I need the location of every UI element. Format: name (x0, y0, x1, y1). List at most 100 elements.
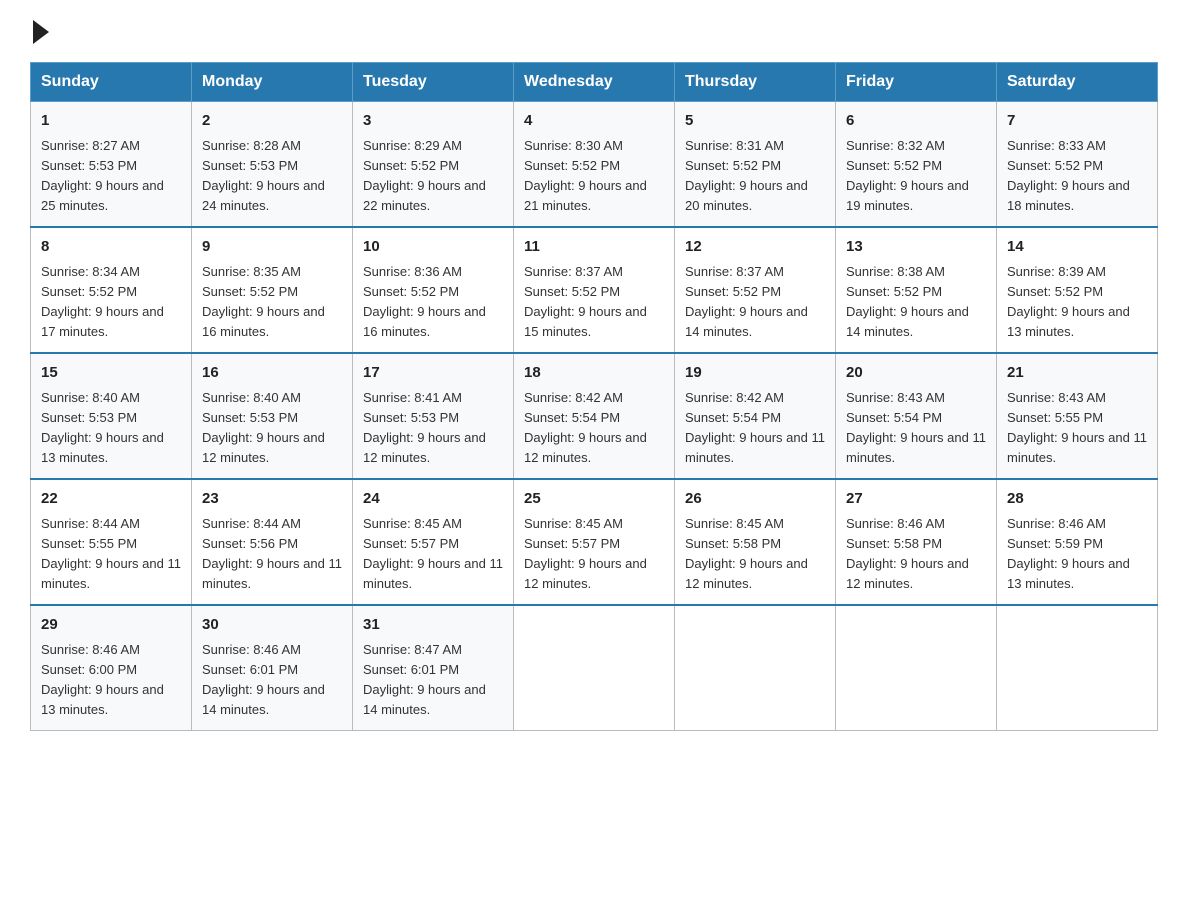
calendar-day-cell: 22Sunrise: 8:44 AMSunset: 5:55 PMDayligh… (31, 479, 192, 605)
calendar-day-cell: 18 Sunrise: 8:42 AMSunset: 5:54 PMDayligh… (514, 353, 675, 479)
day-info: Sunrise: 8:33 AMSunset: 5:52 PMDaylight:… (1007, 138, 1130, 213)
day-number: 16 (202, 362, 342, 385)
day-number: 23 (202, 488, 342, 511)
day-number: 26 (685, 488, 825, 511)
day-number: 17 (363, 362, 503, 385)
calendar-day-cell: 21Sunrise: 8:43 AMSunset: 5:55 PMDayligh… (997, 353, 1158, 479)
day-number: 31 (363, 614, 503, 637)
logo (30, 20, 49, 44)
day-info: Sunrise: 8:43 AMSunset: 5:55 PMDaylight:… (1007, 390, 1147, 465)
day-number: 11 (524, 236, 664, 259)
day-info: Sunrise: 8:28 AMSunset: 5:53 PMDaylight:… (202, 138, 325, 213)
day-info: Sunrise: 8:44 AMSunset: 5:56 PMDaylight:… (202, 516, 342, 591)
day-info: Sunrise: 8:35 AMSunset: 5:52 PMDaylight:… (202, 264, 325, 339)
calendar-day-cell: 2 Sunrise: 8:28 AMSunset: 5:53 PMDaylight… (192, 102, 353, 228)
day-number: 19 (685, 362, 825, 385)
calendar-day-cell: 28 Sunrise: 8:46 AMSunset: 5:59 PMDayligh… (997, 479, 1158, 605)
calendar-day-cell: 7 Sunrise: 8:33 AMSunset: 5:52 PMDaylight… (997, 102, 1158, 228)
calendar-day-cell (997, 605, 1158, 731)
header-day-monday: Monday (192, 63, 353, 102)
calendar-day-cell: 14 Sunrise: 8:39 AMSunset: 5:52 PMDayligh… (997, 227, 1158, 353)
day-number: 25 (524, 488, 664, 511)
day-number: 24 (363, 488, 503, 511)
day-number: 5 (685, 110, 825, 133)
day-info: Sunrise: 8:45 AMSunset: 5:58 PMDaylight:… (685, 516, 808, 591)
day-number: 20 (846, 362, 986, 385)
day-number: 10 (363, 236, 503, 259)
calendar-day-cell: 31 Sunrise: 8:47 AMSunset: 6:01 PMDayligh… (353, 605, 514, 731)
day-number: 28 (1007, 488, 1147, 511)
calendar-day-cell: 25 Sunrise: 8:45 AMSunset: 5:57 PMDayligh… (514, 479, 675, 605)
calendar-week-row: 15 Sunrise: 8:40 AMSunset: 5:53 PMDayligh… (31, 353, 1158, 479)
calendar-day-cell (836, 605, 997, 731)
calendar-day-cell: 15 Sunrise: 8:40 AMSunset: 5:53 PMDayligh… (31, 353, 192, 479)
calendar-day-cell: 4Sunrise: 8:30 AMSunset: 5:52 PMDaylight… (514, 102, 675, 228)
calendar-day-cell (675, 605, 836, 731)
calendar-day-cell: 12Sunrise: 8:37 AMSunset: 5:52 PMDayligh… (675, 227, 836, 353)
calendar-table: SundayMondayTuesdayWednesdayThursdayFrid… (30, 62, 1158, 731)
calendar-day-cell: 6 Sunrise: 8:32 AMSunset: 5:52 PMDaylight… (836, 102, 997, 228)
day-number: 3 (363, 110, 503, 133)
day-info: Sunrise: 8:46 AMSunset: 5:59 PMDaylight:… (1007, 516, 1130, 591)
calendar-day-cell: 30 Sunrise: 8:46 AMSunset: 6:01 PMDayligh… (192, 605, 353, 731)
day-number: 2 (202, 110, 342, 133)
calendar-day-cell: 23 Sunrise: 8:44 AMSunset: 5:56 PMDayligh… (192, 479, 353, 605)
calendar-day-cell: 16Sunrise: 8:40 AMSunset: 5:53 PMDayligh… (192, 353, 353, 479)
header-day-sunday: Sunday (31, 63, 192, 102)
calendar-day-cell: 5 Sunrise: 8:31 AMSunset: 5:52 PMDaylight… (675, 102, 836, 228)
calendar-week-row: 22Sunrise: 8:44 AMSunset: 5:55 PMDayligh… (31, 479, 1158, 605)
calendar-day-cell: 11 Sunrise: 8:37 AMSunset: 5:52 PMDayligh… (514, 227, 675, 353)
day-number: 6 (846, 110, 986, 133)
calendar-week-row: 29 Sunrise: 8:46 AMSunset: 6:00 PMDayligh… (31, 605, 1158, 731)
day-info: Sunrise: 8:34 AMSunset: 5:52 PMDaylight:… (41, 264, 164, 339)
calendar-day-cell: 3 Sunrise: 8:29 AMSunset: 5:52 PMDaylight… (353, 102, 514, 228)
day-number: 14 (1007, 236, 1147, 259)
day-number: 29 (41, 614, 181, 637)
header-day-thursday: Thursday (675, 63, 836, 102)
header-day-tuesday: Tuesday (353, 63, 514, 102)
calendar-day-cell: 1 Sunrise: 8:27 AMSunset: 5:53 PMDaylight… (31, 102, 192, 228)
calendar-week-row: 8 Sunrise: 8:34 AMSunset: 5:52 PMDaylight… (31, 227, 1158, 353)
day-info: Sunrise: 8:45 AMSunset: 5:57 PMDaylight:… (524, 516, 647, 591)
calendar-day-cell: 20 Sunrise: 8:43 AMSunset: 5:54 PMDayligh… (836, 353, 997, 479)
day-number: 30 (202, 614, 342, 637)
calendar-day-cell: 17Sunrise: 8:41 AMSunset: 5:53 PMDayligh… (353, 353, 514, 479)
day-info: Sunrise: 8:31 AMSunset: 5:52 PMDaylight:… (685, 138, 808, 213)
calendar-day-cell: 8 Sunrise: 8:34 AMSunset: 5:52 PMDaylight… (31, 227, 192, 353)
day-info: Sunrise: 8:39 AMSunset: 5:52 PMDaylight:… (1007, 264, 1130, 339)
header-day-saturday: Saturday (997, 63, 1158, 102)
header (30, 20, 1158, 44)
day-info: Sunrise: 8:42 AMSunset: 5:54 PMDaylight:… (524, 390, 647, 465)
day-info: Sunrise: 8:29 AMSunset: 5:52 PMDaylight:… (363, 138, 486, 213)
calendar-day-cell: 13Sunrise: 8:38 AMSunset: 5:52 PMDayligh… (836, 227, 997, 353)
day-info: Sunrise: 8:30 AMSunset: 5:52 PMDaylight:… (524, 138, 647, 213)
calendar-day-cell: 27 Sunrise: 8:46 AMSunset: 5:58 PMDayligh… (836, 479, 997, 605)
day-number: 18 (524, 362, 664, 385)
day-info: Sunrise: 8:36 AMSunset: 5:52 PMDaylight:… (363, 264, 486, 339)
header-day-friday: Friday (836, 63, 997, 102)
day-info: Sunrise: 8:27 AMSunset: 5:53 PMDaylight:… (41, 138, 164, 213)
day-info: Sunrise: 8:44 AMSunset: 5:55 PMDaylight:… (41, 516, 181, 591)
calendar-day-cell: 9Sunrise: 8:35 AMSunset: 5:52 PMDaylight… (192, 227, 353, 353)
day-number: 1 (41, 110, 181, 133)
day-info: Sunrise: 8:46 AMSunset: 6:01 PMDaylight:… (202, 642, 325, 717)
day-info: Sunrise: 8:47 AMSunset: 6:01 PMDaylight:… (363, 642, 486, 717)
day-number: 27 (846, 488, 986, 511)
day-number: 8 (41, 236, 181, 259)
calendar-week-row: 1 Sunrise: 8:27 AMSunset: 5:53 PMDaylight… (31, 102, 1158, 228)
header-day-wednesday: Wednesday (514, 63, 675, 102)
calendar-day-cell: 29 Sunrise: 8:46 AMSunset: 6:00 PMDayligh… (31, 605, 192, 731)
day-number: 7 (1007, 110, 1147, 133)
calendar-day-cell (514, 605, 675, 731)
calendar-day-cell: 26 Sunrise: 8:45 AMSunset: 5:58 PMDayligh… (675, 479, 836, 605)
day-info: Sunrise: 8:46 AMSunset: 6:00 PMDaylight:… (41, 642, 164, 717)
day-number: 13 (846, 236, 986, 259)
day-number: 15 (41, 362, 181, 385)
day-info: Sunrise: 8:40 AMSunset: 5:53 PMDaylight:… (41, 390, 164, 465)
calendar-header-row: SundayMondayTuesdayWednesdayThursdayFrid… (31, 63, 1158, 102)
day-info: Sunrise: 8:37 AMSunset: 5:52 PMDaylight:… (524, 264, 647, 339)
day-info: Sunrise: 8:32 AMSunset: 5:52 PMDaylight:… (846, 138, 969, 213)
day-info: Sunrise: 8:42 AMSunset: 5:54 PMDaylight:… (685, 390, 825, 465)
day-info: Sunrise: 8:46 AMSunset: 5:58 PMDaylight:… (846, 516, 969, 591)
day-info: Sunrise: 8:43 AMSunset: 5:54 PMDaylight:… (846, 390, 986, 465)
